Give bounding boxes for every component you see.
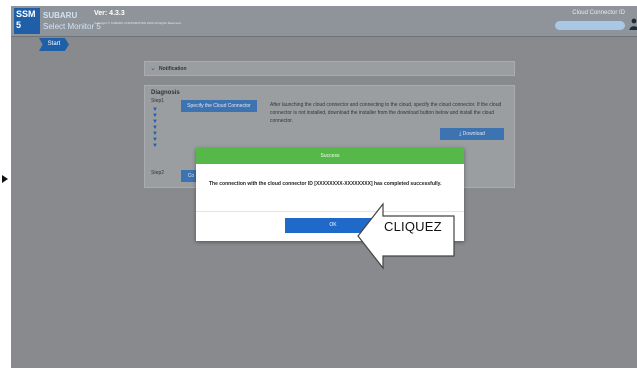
diagnosis-title: Diagnosis	[151, 90, 180, 96]
cloud-connector-id-field[interactable]	[555, 21, 625, 30]
brand-title: SUBARU	[43, 11, 78, 20]
pointer-arrow-icon	[2, 175, 8, 183]
logo-text: SSM	[16, 9, 36, 19]
breadcrumb: Start	[11, 38, 637, 52]
top-bar: SSM 5 SUBARU Select Monitor 5 Ver: 4.3.3…	[11, 6, 637, 37]
app-window: SSM 5 SUBARU Select Monitor 5 Ver: 4.3.3…	[11, 6, 637, 368]
chevron-down-icon: ⌄	[150, 65, 156, 72]
copyright-text: Copyright © SUBARU CORPORATION 2020 All …	[94, 21, 182, 25]
brand-subtitle: Select Monitor 5	[43, 22, 101, 31]
cloud-connector-id-label: Cloud Connector ID	[572, 10, 625, 16]
version-label: Ver: 4.3.3	[94, 10, 125, 17]
user-icon[interactable]	[629, 18, 637, 30]
brand-name: SUBARU Select Monitor 5	[43, 10, 101, 32]
notification-label: Notification	[159, 66, 187, 72]
step-arrows: ▼ ▼ ▼ ▼ ▼ ▼ ▼	[152, 107, 160, 149]
download-label: Download	[462, 131, 485, 137]
click-here-arrow-callout	[357, 202, 455, 270]
step2-label: Step2	[151, 170, 165, 176]
ssm-logo: SSM 5	[14, 8, 40, 34]
down-arrow-icon: ▼	[152, 143, 158, 149]
callout-label: CLIQUEZ	[384, 219, 442, 234]
notification-panel[interactable]: ⌄ Notification	[144, 61, 515, 76]
step1-label: Step1	[151, 98, 165, 104]
dialog-title: Success	[196, 148, 464, 164]
specify-cloud-connector-button[interactable]: Specify the Cloud Connector	[181, 100, 257, 112]
download-button[interactable]: ⤓ Download	[440, 128, 504, 140]
dialog-message: The connection with the cloud connector …	[209, 181, 442, 187]
logo-number: 5	[16, 20, 22, 30]
step1-instructions: After launching the cloud connector and …	[270, 102, 502, 124]
tab-start[interactable]: Start	[39, 38, 69, 51]
